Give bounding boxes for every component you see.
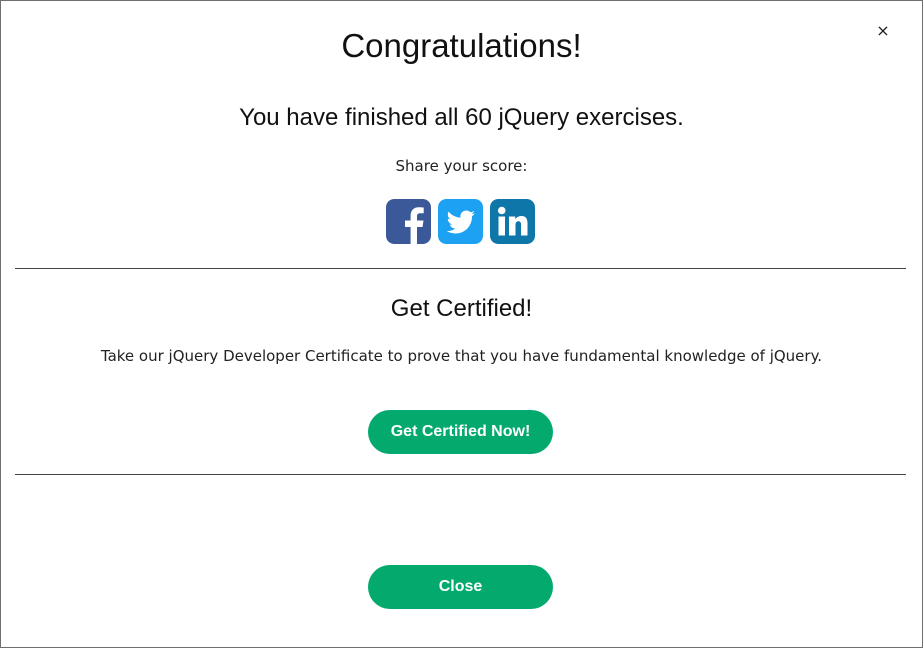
get-certified-button[interactable]: Get Certified Now! [368,410,553,454]
divider-top [15,268,906,269]
completion-message: You have finished all 60 jQuery exercise… [239,104,684,131]
modal-title: Congratulations! [341,27,582,64]
facebook-icon[interactable] [386,199,431,244]
twitter-icon[interactable] [438,199,483,244]
close-button[interactable]: Close [368,565,553,609]
linkedin-icon[interactable] [490,199,535,244]
congratulations-modal: × Congratulations! You have finished all… [0,0,923,648]
certificate-description: Take our jQuery Developer Certificate to… [100,347,823,365]
certificate-title: Get Certified! [390,295,533,322]
share-buttons [386,199,535,244]
divider-bottom [15,474,906,475]
share-label: Share your score: [395,157,528,175]
